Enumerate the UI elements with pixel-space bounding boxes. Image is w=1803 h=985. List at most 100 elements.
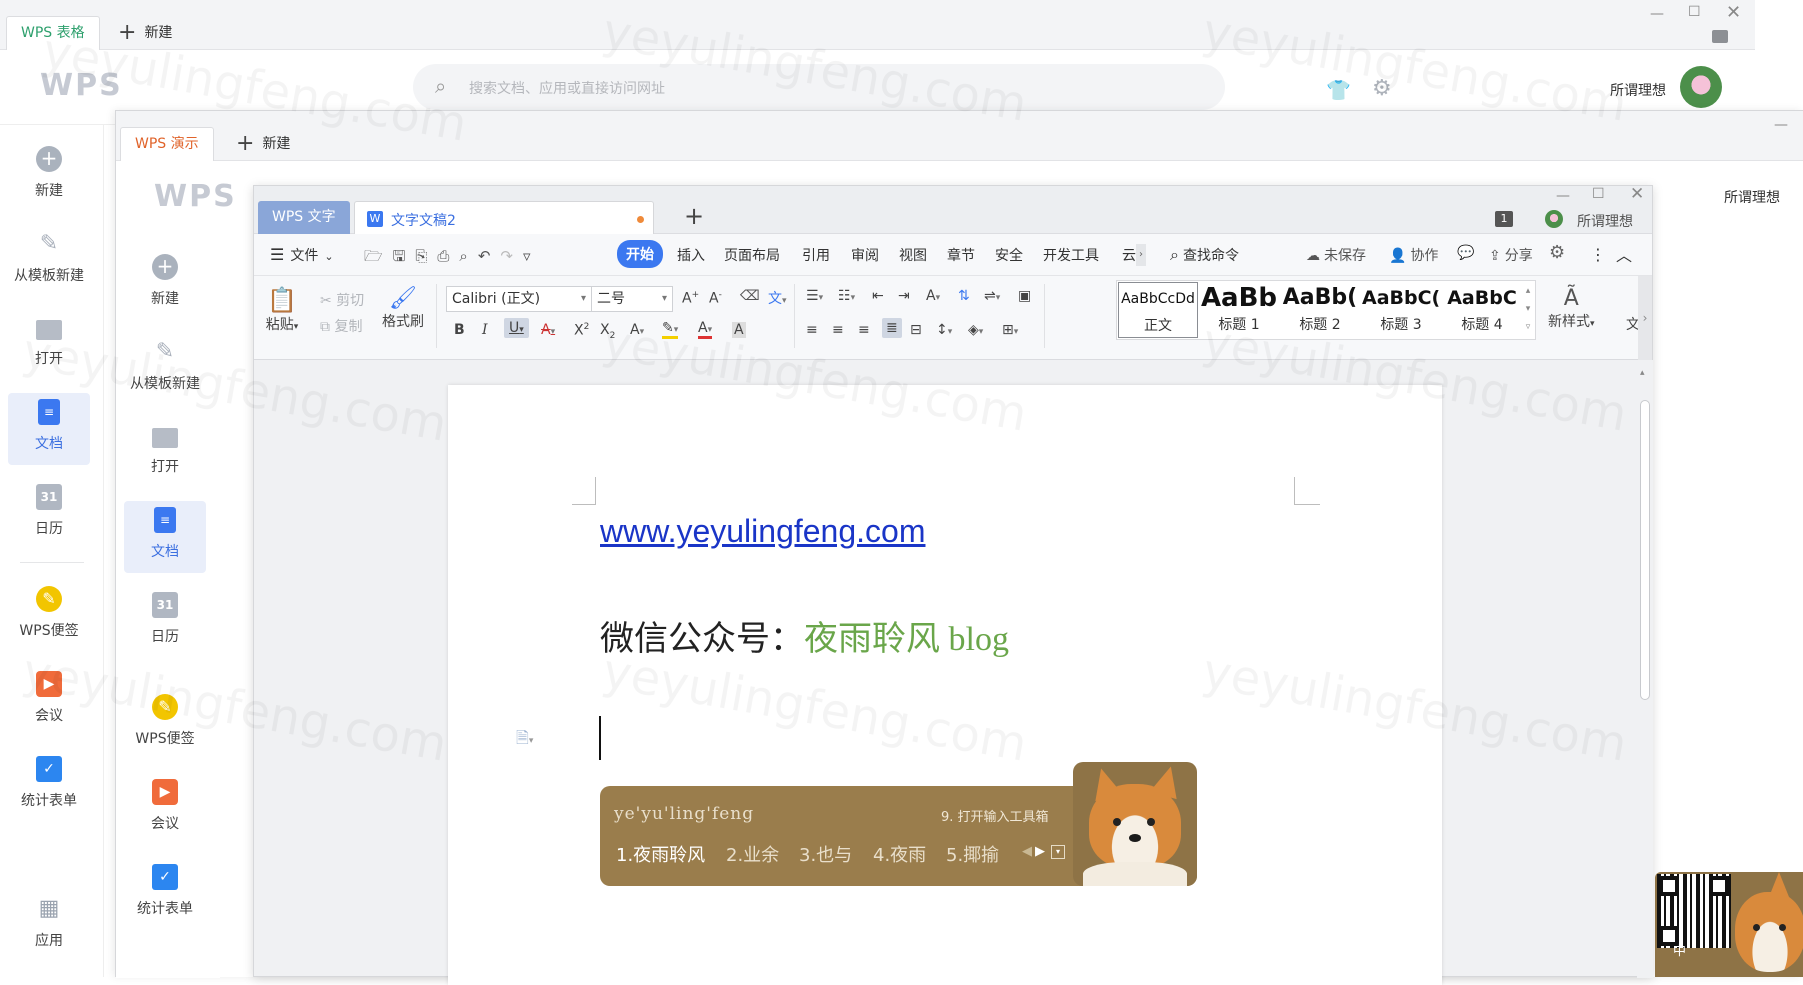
back-new-tab-button[interactable]: + 新建 [118,18,172,48]
style-normal[interactable]: AaBbCcDd 正文 [1118,282,1198,338]
border-icon[interactable]: ⊞▾ [1002,322,1018,338]
shading-icon[interactable]: ◈▾ [968,322,983,338]
sidebar-item-template[interactable]: ✎ 从模板新建 [124,333,206,405]
sort-icon[interactable]: ⇅ [958,288,970,304]
bold-icon[interactable]: B [454,322,465,338]
writer-user-name[interactable]: 所谓理想 [1577,211,1633,231]
more-icon[interactable]: ⋮ [1590,245,1606,264]
maximize-icon[interactable]: ☐ [1592,186,1605,202]
tab-page-layout[interactable]: 页面布局 [724,245,780,265]
ime-page-next-icon[interactable]: ▶ [1035,844,1045,859]
share-button[interactable]: ⇪ 分享 [1489,245,1533,265]
align-center-icon[interactable]: ≡ [832,322,844,338]
ime-candidate-2[interactable]: 2.业余 [726,841,779,867]
ime-toolbox-hint[interactable]: 9. 打开输入工具箱 [941,806,1049,825]
sidebar-item-new[interactable]: + 新建 [124,248,206,320]
ime-candidate-1[interactable]: 1.夜雨聆风 [616,841,705,867]
unsaved-dot-icon[interactable] [637,216,644,223]
minimize-icon[interactable]: — [1650,6,1664,22]
font-color-icon[interactable]: A▾ [698,320,713,339]
settings-gear-icon[interactable]: ⚙ [1549,242,1565,263]
increase-indent-icon[interactable]: ⇥ [898,288,910,304]
font-grow-icon[interactable]: A+ [682,290,699,307]
font-size-select[interactable]: 二号 ▾ [591,286,673,312]
tab-view[interactable]: 视图 [899,245,927,265]
writer-app-tab[interactable]: WPS 文字 [258,201,350,234]
page-count-badge[interactable]: 1 [1495,211,1513,227]
file-menu[interactable]: ☰ 文件 ⌄ [270,245,334,265]
strikethrough-icon[interactable]: A▾ [541,322,555,338]
italic-icon[interactable]: I [482,322,488,338]
format-painter-button[interactable]: 🖌 格式刷 [382,286,424,331]
sidebar-item-form[interactable]: ✓ 统计表单 [124,858,206,930]
style-heading2[interactable]: AaBb( 标题 2 [1281,282,1359,338]
ime-status-tray[interactable]: 中 [1655,872,1803,977]
close-icon[interactable]: ✕ [1630,184,1644,204]
sidebar-item-calendar[interactable]: 31 日历 [124,586,206,658]
ime-expand-icon[interactable]: ▾ [1051,845,1065,859]
show-marks-icon[interactable]: ⇌▾ [984,288,1000,304]
sidebar-item-note[interactable]: ✎ WPS便签 [8,580,90,652]
tab-scroll-right-icon[interactable]: › [1136,244,1146,266]
sidebar-item-docs[interactable]: ≡ 文档 [124,501,206,573]
superscript-icon[interactable]: X2 [574,322,589,339]
style-scroll-icon[interactable]: ▴ ▾ ▿ [1522,282,1534,338]
text-effect-icon[interactable]: A▾ [630,322,644,338]
tab-home[interactable]: 开始 [617,240,663,268]
tray-lang-indicator[interactable]: 中 [1673,940,1686,959]
sidebar-item-meeting[interactable]: ▶ 会议 [124,773,206,845]
ime-candidate-3[interactable]: 3.也与 [799,841,852,867]
user-name[interactable]: 所谓理想 [1724,187,1780,207]
align-right-icon[interactable]: ≡ [858,322,870,338]
document-page[interactable]: www.yeyulingfeng.com 微信公众号：夜雨聆风 blog 🗎▾ [448,385,1442,985]
ime-pinyin-input[interactable]: ye'yu'ling'feng [614,804,754,824]
paragraph-handle-icon[interactable]: 🗎▾ [516,727,533,754]
writer-doc-tab[interactable]: W 文字文稿2 [354,201,654,234]
style-heading1[interactable]: AaBb 标题 1 [1200,282,1278,338]
text-box-icon[interactable]: ▣ [1018,288,1031,304]
font-shrink-icon[interactable]: A- [709,290,722,307]
tab-insert[interactable]: 插入 [677,245,705,265]
tab-developer[interactable]: 开发工具 [1043,245,1099,265]
align-left-icon[interactable]: ≡ [806,322,818,338]
unsaved-status[interactable]: ☁ 未保存 [1306,245,1366,265]
scroll-up-icon[interactable]: ▴ [1640,368,1645,378]
sidebar-item-open[interactable]: 打开 [8,310,90,382]
mid-new-tab-button[interactable]: + 新建 [236,129,290,159]
tab-references[interactable]: 引用 [802,245,830,265]
user-avatar-small[interactable] [1545,210,1563,228]
underline-icon[interactable]: U▾ [504,318,529,338]
decrease-indent-icon[interactable]: ⇤ [872,288,884,304]
numbered-list-icon[interactable]: ☷▾ [838,288,855,304]
website-link[interactable]: www.yeyulingfeng.com [600,513,925,550]
print-preview-icon[interactable]: ⌕ [459,247,477,265]
style-heading3[interactable]: AaBbC( 标题 3 [1362,282,1440,338]
sidebar-item-note[interactable]: ✎ WPS便签 [124,688,206,760]
sidebar-item-apps[interactable]: ▦ 应用 [8,890,90,962]
tab-review[interactable]: 审阅 [851,245,879,265]
minimize-icon[interactable]: — [1556,188,1570,204]
avatar[interactable] [1680,66,1722,108]
window-mode-icon[interactable] [1712,30,1728,43]
back-tab-spreadsheet[interactable]: WPS 表格 [6,16,100,51]
sidebar-item-form[interactable]: ✓ 统计表单 [8,750,90,822]
copy-button[interactable]: ⧉ 复制 [320,316,362,336]
style-heading4[interactable]: AaBbC 标题 4 [1443,282,1521,338]
paste-button[interactable]: 📋 粘贴▾ [264,286,300,334]
highlight-icon[interactable]: ✎▾ [662,320,679,339]
tab-chapter[interactable]: 章节 [947,245,975,265]
back-search-box[interactable]: ⌕ 搜索文档、应用或直接访问网址 [413,64,1225,110]
redo-icon[interactable]: ↷ [500,247,523,265]
maximize-icon[interactable]: ☐ [1688,4,1701,20]
sidebar-item-open[interactable]: 打开 [124,418,206,490]
distribute-icon[interactable]: ⊟ [910,322,922,338]
save-icon[interactable]: 🖫 [393,247,416,265]
ime-candidate-4[interactable]: 4.夜雨 [873,841,926,867]
subscript-icon[interactable]: X2 [600,322,615,341]
search-command[interactable]: ⌕ 查找命令 [1170,245,1239,265]
ime-candidate-5[interactable]: 5.揶揄 [946,841,999,867]
sidebar-item-docs[interactable]: ≡ 文档 [8,393,90,465]
justify-icon[interactable]: ≣ [882,318,902,338]
sidebar-item-template[interactable]: ✎ 从模板新建 [8,225,90,297]
tab-security[interactable]: 安全 [995,245,1023,265]
